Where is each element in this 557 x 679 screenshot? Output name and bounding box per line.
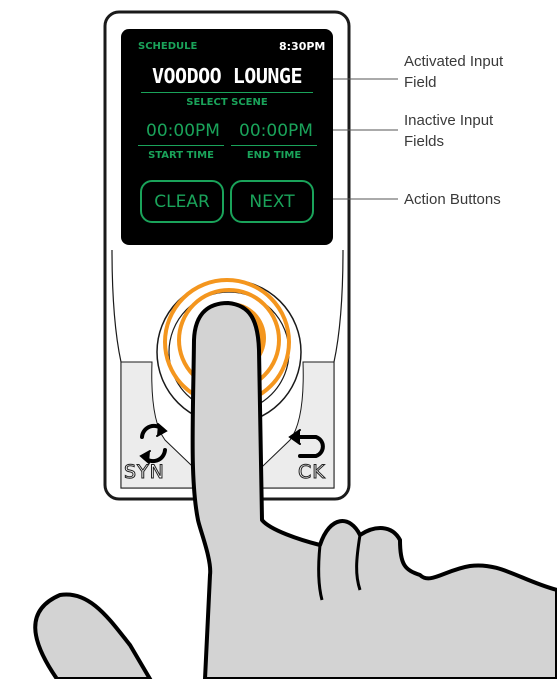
next-button[interactable]: NEXT <box>230 180 314 223</box>
schedule-label: SCHEDULE <box>138 41 198 52</box>
callout-inactive-line2: Fields <box>404 133 445 150</box>
active-field-underline <box>141 92 313 93</box>
hand-thumb <box>33 592 153 679</box>
start-time-label: START TIME <box>148 150 214 161</box>
callout-activated-line1: Activated Input <box>404 53 504 70</box>
end-time-input[interactable]: 00:00PM <box>231 121 321 141</box>
callout-inactive: Inactive Input Fields <box>404 110 493 152</box>
select-scene-label: SELECT SCENE <box>186 97 268 108</box>
callout-inactive-line1: Inactive Input <box>404 112 494 129</box>
active-input-field[interactable]: VOODOO LOUNGE <box>141 64 313 88</box>
brand-right: CK <box>298 461 326 484</box>
callout-activated: Activated Input Field <box>404 51 503 93</box>
start-time-underline <box>138 145 224 146</box>
clock: 8:30PM <box>279 40 326 53</box>
end-time-label: END TIME <box>246 150 302 161</box>
device-screen: SCHEDULE 8:30PM VOODOO LOUNGE SELECT SCE… <box>121 29 333 245</box>
brand-left: SYN <box>124 461 165 484</box>
diagram: SCHEDULE 8:30PM VOODOO LOUNGE SELECT SCE… <box>0 0 557 679</box>
callout-activated-line2: Field <box>404 74 437 91</box>
pointing-hand <box>190 301 557 679</box>
clear-button[interactable]: CLEAR <box>140 180 224 223</box>
callout-actions: Action Buttons <box>404 191 501 208</box>
start-time-input[interactable]: 00:00PM <box>138 121 228 141</box>
end-time-underline <box>231 145 317 146</box>
